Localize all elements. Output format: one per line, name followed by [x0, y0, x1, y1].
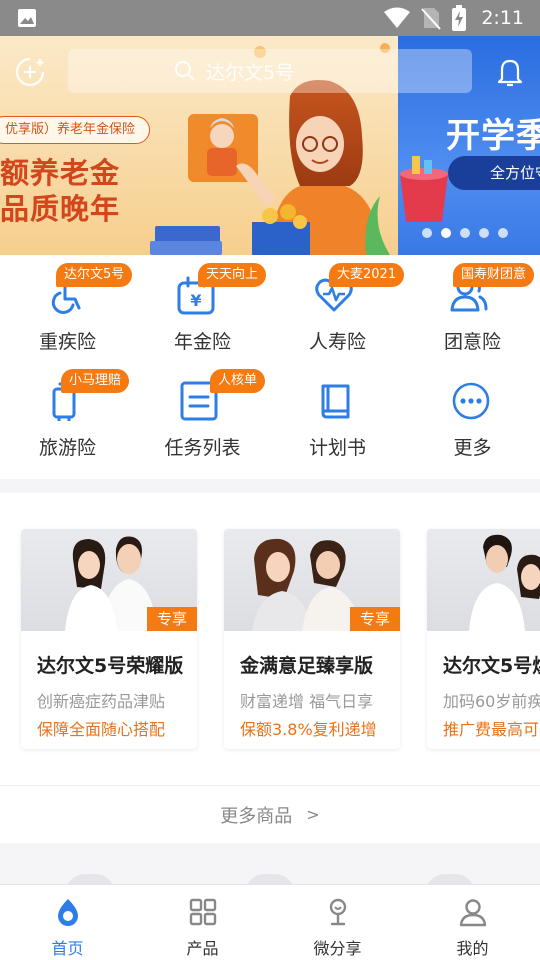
product-title: 达尔文5号焕	[443, 655, 540, 677]
status-bar: 2:11	[0, 0, 540, 36]
more-products-link[interactable]: 更多商品 >	[0, 785, 540, 843]
product-card[interactable]: 专享 金满意足臻享版 财富递增 福气日享 保额3.8%复利递增	[224, 529, 400, 749]
nav-share[interactable]: 微分享	[270, 885, 405, 960]
category-item[interactable]: ¥ 天天向上 年金险	[135, 255, 270, 355]
pagination-dot[interactable]	[479, 228, 489, 238]
product-title: 金满意足臻享版	[240, 655, 374, 677]
svg-text:¥: ¥	[190, 291, 201, 310]
share-person-icon	[329, 898, 346, 926]
bell-icon[interactable]	[496, 57, 524, 87]
nav-label: 我的	[456, 939, 489, 958]
category-label: 重疾险	[38, 331, 96, 353]
profile-icon	[459, 899, 486, 927]
product-subtitle: 财富递增 福气日享	[240, 692, 374, 711]
product-subtitle: 创新癌症药品津贴	[37, 692, 166, 711]
category-item[interactable]: 计划书	[270, 361, 405, 461]
category-item[interactable]: 人核单 任务列表	[135, 361, 270, 461]
category-item[interactable]: 小马理赔 旅游险	[0, 361, 135, 461]
image-notification-icon	[18, 9, 36, 27]
product-card[interactable]: 专享 达尔文5号焕 加码60岁前疾 推广费最高可	[427, 529, 540, 749]
slide2-title: 开学季	[446, 116, 540, 156]
wifi-icon	[384, 7, 411, 28]
category-label: 旅游险	[38, 437, 96, 459]
category-label: 任务列表	[164, 437, 241, 459]
nav-label: 首页	[51, 939, 84, 958]
product-highlight: 推广费最高可	[443, 720, 540, 739]
battery-charging-icon	[452, 5, 467, 31]
category-label: 年金险	[173, 331, 231, 353]
pagination-dot[interactable]	[460, 228, 470, 238]
category-item[interactable]: 达尔文5号 重疾险	[0, 255, 135, 355]
category-badge: 达尔文5号	[56, 263, 133, 287]
banner-pagination	[422, 228, 508, 238]
banner-tag: 优享版）养老年金保险	[0, 116, 151, 144]
pagination-dot-active[interactable]	[441, 228, 451, 238]
category-label: 更多	[453, 437, 492, 459]
more-products-label: 更多商品	[220, 805, 293, 827]
no-sim-icon	[421, 8, 442, 30]
category-label: 团意险	[443, 331, 501, 353]
plan-book-icon	[321, 384, 350, 419]
home-drop-icon	[57, 899, 78, 926]
more-dots-icon	[452, 382, 490, 420]
nav-home[interactable]: 首页	[0, 885, 135, 960]
search-bar[interactable]: 达尔文5号	[68, 49, 472, 93]
category-badge: 国寿财团意	[453, 263, 535, 287]
nav-label: 产品	[186, 939, 219, 958]
search-placeholder: 达尔文5号	[206, 61, 295, 84]
category-badge: 小马理赔	[61, 369, 130, 393]
pagination-dot[interactable]	[422, 228, 432, 238]
exclusive-tag: 专享	[147, 607, 197, 631]
pagination-dot[interactable]	[498, 228, 508, 238]
top-bar: 达尔文5号	[0, 36, 540, 106]
product-subtitle: 加码60岁前疾	[443, 692, 540, 711]
product-highlight: 保障全面随心搭配	[37, 720, 166, 739]
product-carousel: 专享 达尔文5号荣耀版 创新癌症药品津贴 保障全面随心搭配 专享 金满意足臻享版…	[0, 493, 540, 785]
nav-label: 微分享	[313, 939, 362, 958]
status-time: 2:11	[481, 7, 524, 29]
category-item[interactable]: 国寿财团意 团意险	[405, 255, 540, 355]
slide2-subtitle: 全方位守护	[448, 156, 540, 190]
nav-products[interactable]: 产品	[135, 885, 270, 960]
bottom-nav: 首页 产品 微分享 我的	[0, 884, 540, 960]
add-circle-icon[interactable]	[14, 56, 46, 88]
category-item[interactable]: 大麦2021 人寿险	[270, 255, 405, 355]
search-icon	[175, 61, 195, 81]
bucket-illustration	[400, 156, 448, 222]
exclusive-tag: 专享	[350, 607, 400, 631]
product-highlight: 保额3.8%复利递增	[240, 720, 377, 739]
category-grid: 达尔文5号 重疾险 ¥ 天天向上 年金险 大麦2021 人寿险 国寿财团意 团意…	[0, 255, 540, 479]
category-badge: 大麦2021	[329, 263, 405, 287]
nav-profile[interactable]: 我的	[405, 885, 540, 960]
category-label: 人寿险	[308, 331, 366, 353]
grid-icon	[189, 898, 216, 926]
category-label: 计划书	[308, 437, 366, 459]
category-badge: 人核单	[210, 369, 266, 393]
category-item[interactable]: 更多	[405, 361, 540, 461]
category-badge: 天天向上	[198, 263, 267, 287]
banner-headline-2: 品质晚年	[0, 192, 121, 226]
product-card[interactable]: 专享 达尔文5号荣耀版 创新癌症药品津贴 保障全面随心搭配	[21, 529, 197, 749]
product-image	[427, 529, 540, 631]
product-title: 达尔文5号荣耀版	[37, 655, 184, 677]
chevron-right-icon: >	[306, 805, 320, 824]
